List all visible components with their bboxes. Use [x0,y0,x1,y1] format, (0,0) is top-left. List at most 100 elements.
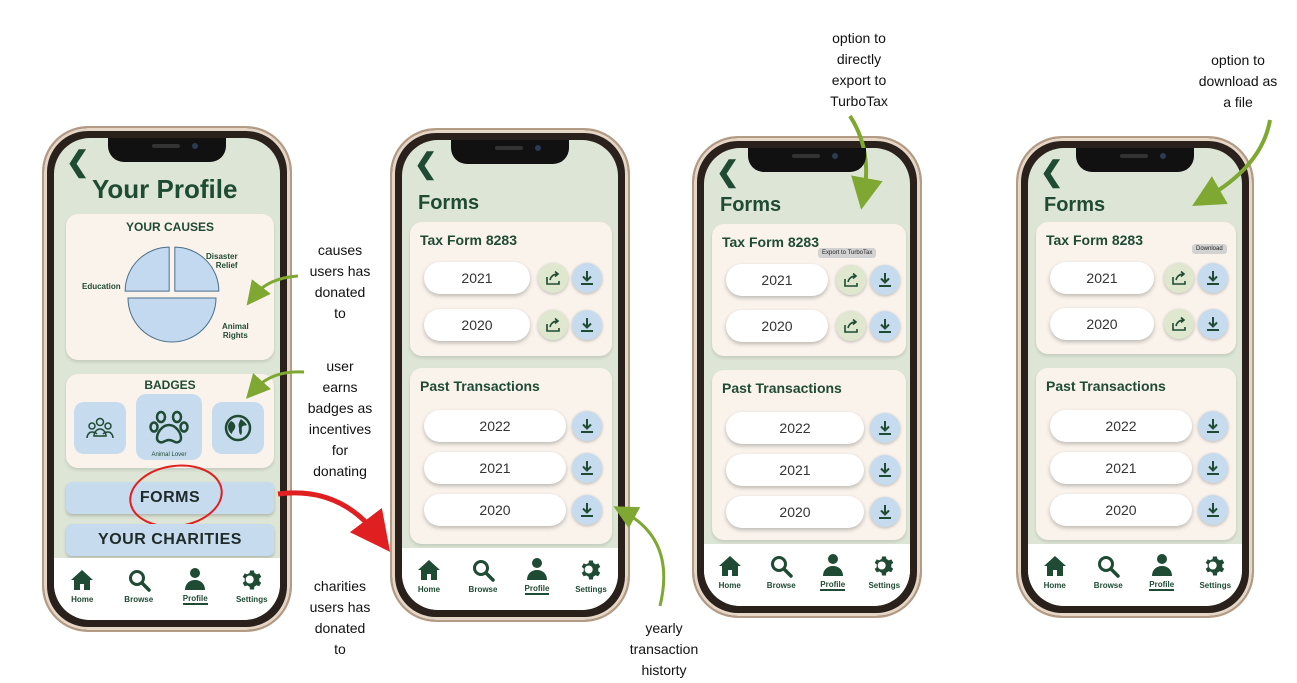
download-button[interactable] [1198,411,1228,441]
nav-home[interactable]: Home [404,558,454,594]
back-icon[interactable]: ❮ [716,158,739,186]
people-icon [86,417,114,439]
past-year-2020[interactable]: 2020 [726,496,864,528]
animal-lover-badge[interactable]: Animal Lover [136,394,202,460]
pie-label-education: Education [82,282,121,291]
export-button[interactable] [1164,309,1194,339]
nav-home[interactable]: Home [705,554,755,590]
nav-settings[interactable]: Settings [859,554,909,590]
past-transactions-card: Past Transactions 2022 2021 2020 [410,368,612,544]
export-icon [546,270,560,285]
nav-home[interactable]: Home [57,568,107,604]
download-button[interactable] [870,455,900,485]
download-icon [879,273,891,287]
past-year-2021[interactable]: 2021 [726,454,864,486]
tax-year-2020[interactable]: 2020 [424,309,530,341]
nav-label: Profile [182,594,208,605]
export-icon [844,272,858,287]
download-button[interactable] [870,413,900,443]
download-icon [581,503,593,517]
nav-browse[interactable]: Browse [756,554,806,590]
nav-profile[interactable]: Profile [1137,553,1187,591]
community-badge[interactable] [74,402,126,454]
download-button[interactable] [1198,495,1228,525]
pie-label-disaster-relief: Disaster Relief [206,252,238,270]
export-button[interactable] [836,265,866,295]
download-button[interactable] [572,263,602,293]
nav-profile[interactable]: Profile [808,553,858,591]
download-button[interactable] [572,411,602,441]
annotation-causes: causes users has donated to [309,242,371,321]
past-year-2022[interactable]: 2022 [424,410,566,442]
download-button[interactable] [870,311,900,341]
nav-home[interactable]: Home [1030,554,1080,590]
pie-slice-animal-rights [124,246,170,292]
export-button[interactable] [538,263,568,293]
nav-browse[interactable]: Browse [458,558,508,594]
causes-card: YOUR CAUSES Disaster Relief Education An… [66,214,274,360]
download-button[interactable] [572,310,602,340]
bottom-nav: Home Browse Profile Settings [704,544,910,606]
tax-year-2020[interactable]: 2020 [726,310,828,342]
nav-label: Browse [468,585,498,594]
world-badge[interactable] [212,402,264,454]
nav-settings[interactable]: Settings [227,568,277,604]
gear-icon [581,560,601,580]
past-year-2020[interactable]: 2020 [1050,494,1192,526]
nav-settings[interactable]: Settings [1190,554,1240,590]
download-button[interactable] [870,265,900,295]
download-icon [879,421,891,435]
badges-card: BADGES Animal Lover [66,374,274,468]
download-button[interactable] [1198,453,1228,483]
past-year-2022[interactable]: 2022 [726,412,864,444]
tax-year-2020[interactable]: 2020 [1050,308,1154,340]
nav-label: Home [417,585,441,594]
tax-year-2021[interactable]: 2021 [424,262,530,294]
gear-icon [874,556,894,576]
past-year-2021[interactable]: 2021 [424,452,566,484]
download-button[interactable] [1198,263,1228,293]
forms-screen: ❮ Forms Tax Form 8283 2021 2020 Past Tra… [402,140,618,610]
nav-label: Profile [820,580,846,591]
back-icon[interactable]: ❮ [414,150,437,178]
page-title: Forms [418,192,480,214]
phone-profile: ❮ Your Profile YOUR CAUSES Disaster Reli… [42,126,292,632]
page-title: Your Profile [92,174,238,204]
nav-browse[interactable]: Browse [114,568,164,604]
nav-label: Profile [524,584,550,595]
search-icon [1098,556,1120,578]
download-button[interactable] [1198,309,1228,339]
back-icon[interactable]: ❮ [1040,158,1063,186]
gear-icon [242,570,262,590]
annotation-yearly: yearly transaction historty [629,620,699,678]
phone-forms: ❮ Forms Tax Form 8283 2021 2020 Past Tra… [390,128,630,622]
nav-profile[interactable]: Profile [170,567,220,605]
export-tooltip: Export to TurboTax [818,248,877,258]
export-icon [546,317,560,332]
back-icon[interactable]: ❮ [66,148,89,176]
download-button[interactable] [870,497,900,527]
nav-label: Home [1043,581,1066,590]
export-button[interactable] [538,310,568,340]
nav-settings[interactable]: Settings [566,558,616,594]
pie-label-animal-rights: Animal Rights [222,322,249,340]
nav-browse[interactable]: Browse [1083,554,1133,590]
nav-label: Home [71,595,94,604]
download-button[interactable] [572,453,602,483]
past-year-2020[interactable]: 2020 [424,494,566,526]
nav-profile[interactable]: Profile [512,557,562,595]
notch [748,148,866,172]
bottom-nav: Home Browse Profile Settings [54,558,280,620]
past-year-2022[interactable]: 2022 [1050,410,1192,442]
nav-label: Settings [1199,581,1232,590]
export-button[interactable] [836,311,866,341]
tax-year-2021[interactable]: 2021 [726,264,828,296]
download-button[interactable] [572,495,602,525]
export-button[interactable] [1164,263,1194,293]
your-charities-button[interactable]: YOUR CHARITIES [66,524,274,556]
annotation-export: option to directly export to TurboTax [830,30,888,109]
past-year-2021[interactable]: 2021 [1050,452,1192,484]
tax-form-card: Tax Form 8283 2021 2020 [410,222,612,356]
tax-year-2021[interactable]: 2021 [1050,262,1154,294]
download-icon [1207,419,1219,433]
